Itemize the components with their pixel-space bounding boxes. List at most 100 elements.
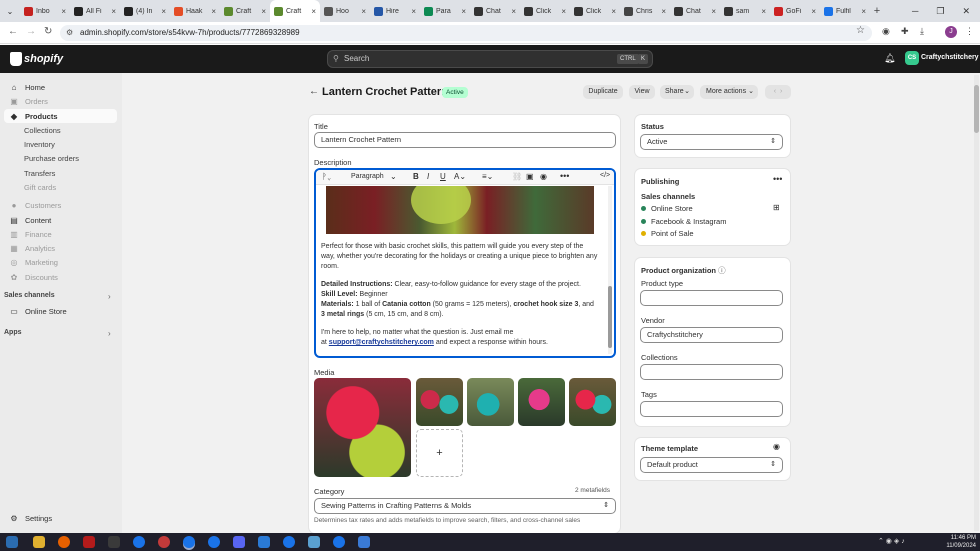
sidebar-item-online-store[interactable]: ▭ Online Store	[4, 304, 117, 318]
tab-close-icon[interactable]: ×	[561, 7, 566, 16]
tab-close-icon[interactable]: ×	[161, 7, 166, 16]
duplicate-button[interactable]: Duplicate	[583, 85, 623, 99]
sidebar-item-analytics[interactable]: ▦ Analytics	[4, 241, 117, 255]
forward-icon[interactable]: →	[26, 26, 36, 37]
back-icon[interactable]: ←	[8, 26, 18, 37]
align-icon[interactable]: ≡⌄	[482, 172, 493, 181]
tab-close-icon[interactable]: ×	[461, 7, 466, 16]
app-icon[interactable]	[358, 536, 370, 548]
media-thumbnail[interactable]	[467, 378, 514, 426]
bookmark-star-icon[interactable]: ☆	[856, 25, 865, 36]
image-icon[interactable]: ▣	[526, 172, 534, 181]
browser-tab[interactable]: Craft ×	[270, 0, 320, 22]
apps-heading[interactable]: Apps	[4, 329, 22, 336]
browser-tab[interactable]: sam ×	[720, 0, 770, 22]
tab-close-icon[interactable]: ×	[311, 7, 316, 16]
editor-scrollbar[interactable]	[608, 186, 612, 354]
eye-icon[interactable]: ◉	[773, 442, 780, 451]
underline-icon[interactable]: U	[440, 172, 446, 181]
browser-tab[interactable]: Craft ×	[220, 0, 270, 22]
page-scrollbar[interactable]	[974, 75, 979, 531]
browser-tab[interactable]: (4) In ×	[120, 0, 170, 22]
page-scrollbar-thumb[interactable]	[974, 85, 979, 133]
clock[interactable]: 11:46 PM 11/09/2024	[938, 534, 976, 550]
sidebar-item-settings[interactable]: ⚙ Settings	[4, 511, 117, 525]
media-thumbnail[interactable]	[569, 378, 616, 426]
media-thumbnail[interactable]	[416, 378, 463, 426]
media-main-image[interactable]	[314, 378, 411, 477]
sidebar-item-purchase-orders[interactable]: Purchase orders	[4, 151, 117, 165]
app-icon[interactable]	[83, 536, 95, 548]
sidebar-item-orders[interactable]: ▣ Orders	[4, 94, 117, 108]
store-avatar[interactable]: CS	[905, 51, 919, 65]
sidebar-item-home[interactable]: ⌂ Home	[4, 80, 117, 94]
close-window-icon[interactable]: ✕	[962, 6, 970, 17]
next-arrow-icon[interactable]: ›	[780, 88, 782, 95]
more-actions-button[interactable]: More actions ⌄	[700, 85, 758, 99]
browser-tab[interactable]: Para ×	[420, 0, 470, 22]
tab-close-icon[interactable]: ×	[361, 7, 366, 16]
manage-channels-icon[interactable]: ⊞	[773, 203, 780, 212]
add-media-button[interactable]: +	[416, 429, 463, 477]
app-icon[interactable]	[308, 536, 320, 548]
file-explorer-icon[interactable]	[33, 536, 45, 548]
browser-menu-icon[interactable]: ⋮	[965, 26, 974, 37]
sidebar-item-customers[interactable]: ● Customers	[4, 198, 117, 212]
bold-icon[interactable]: B	[413, 172, 419, 181]
camera-icon[interactable]: ◉	[882, 26, 890, 37]
prev-next-buttons[interactable]: ‹ ›	[765, 85, 791, 99]
app-icon[interactable]	[108, 536, 120, 548]
browser-tab[interactable]: Chat ×	[670, 0, 720, 22]
sales-channels-heading[interactable]: Sales channels	[4, 292, 55, 299]
tab-close-icon[interactable]: ×	[261, 7, 266, 16]
theme-template-select[interactable]: Default product ⇕	[640, 457, 783, 473]
back-arrow-icon[interactable]: ←	[309, 86, 319, 97]
sales-channels-chevron-icon[interactable]: ›	[108, 292, 111, 301]
tab-close-icon[interactable]: ×	[711, 7, 716, 16]
browser-tab[interactable]: Chris ×	[620, 0, 670, 22]
tags-input[interactable]	[640, 401, 783, 417]
start-icon[interactable]	[6, 536, 18, 548]
download-icon[interactable]: ⤓	[920, 26, 924, 37]
browser-tab[interactable]: Click ×	[520, 0, 570, 22]
tab-close-icon[interactable]: ×	[861, 7, 866, 16]
app-icon[interactable]	[258, 536, 270, 548]
profile-avatar[interactable]: J	[945, 26, 957, 38]
site-info-icon[interactable]: ⚙	[66, 25, 73, 41]
app-icon[interactable]	[158, 536, 170, 548]
browser-tab[interactable]: Hoo ×	[320, 0, 370, 22]
chrome-active-icon[interactable]	[183, 536, 195, 548]
tab-close-icon[interactable]: ×	[211, 7, 216, 16]
browser-tab[interactable]: Haak ×	[170, 0, 220, 22]
new-tab-icon[interactable]: +	[870, 5, 884, 17]
support-email-link[interactable]: support@craftychstitchery.com	[329, 339, 434, 346]
chevron-down-icon[interactable]: ⌄	[390, 172, 397, 181]
description-editor[interactable]: ᚹ⌄ Paragraph ⌄ B I U A⌄ ≡⌄ ⛓ ▣ ◉ ••• </>…	[314, 168, 616, 358]
sidebar-item-gift-cards[interactable]: Gift cards	[4, 180, 117, 194]
tab-close-icon[interactable]: ×	[761, 7, 766, 16]
paragraph-select[interactable]: Paragraph	[351, 173, 384, 180]
url-input[interactable]: ⚙ admin.shopify.com/store/s54kvw-7h/prod…	[60, 25, 872, 41]
status-select[interactable]: Active ⇕	[640, 134, 783, 150]
view-button[interactable]: View	[629, 85, 655, 99]
italic-icon[interactable]: I	[427, 172, 429, 181]
system-tray-icons[interactable]: ⌃ ◉ ◈ ♪	[878, 537, 905, 545]
tab-close-icon[interactable]: ×	[61, 7, 66, 16]
chrome-icon[interactable]	[208, 536, 220, 548]
code-view-icon[interactable]: </>	[600, 172, 610, 179]
sidebar-item-finance[interactable]: ▥ Finance	[4, 227, 117, 241]
metafields-count[interactable]: 2 metafields	[575, 487, 610, 494]
apps-chevron-icon[interactable]: ›	[108, 329, 111, 338]
info-icon[interactable]: ⓘ	[718, 266, 726, 275]
category-select[interactable]: Sewing Patterns in Crafting Patterns & M…	[314, 498, 616, 514]
tab-search-icon[interactable]: ⌄	[0, 0, 20, 22]
browser-tab[interactable]: GoFi ×	[770, 0, 820, 22]
store-name[interactable]: Craftychstitchery	[921, 54, 979, 61]
sidebar-item-collections[interactable]: Collections	[4, 123, 117, 137]
more-options-icon[interactable]: •••	[773, 174, 782, 184]
tab-close-icon[interactable]: ×	[411, 7, 416, 16]
chrome-icon[interactable]	[333, 536, 345, 548]
extensions-icon[interactable]: ✚	[901, 26, 909, 37]
editor-scrollbar-thumb[interactable]	[608, 286, 612, 348]
browser-tab[interactable]: Inbo ×	[20, 0, 70, 22]
